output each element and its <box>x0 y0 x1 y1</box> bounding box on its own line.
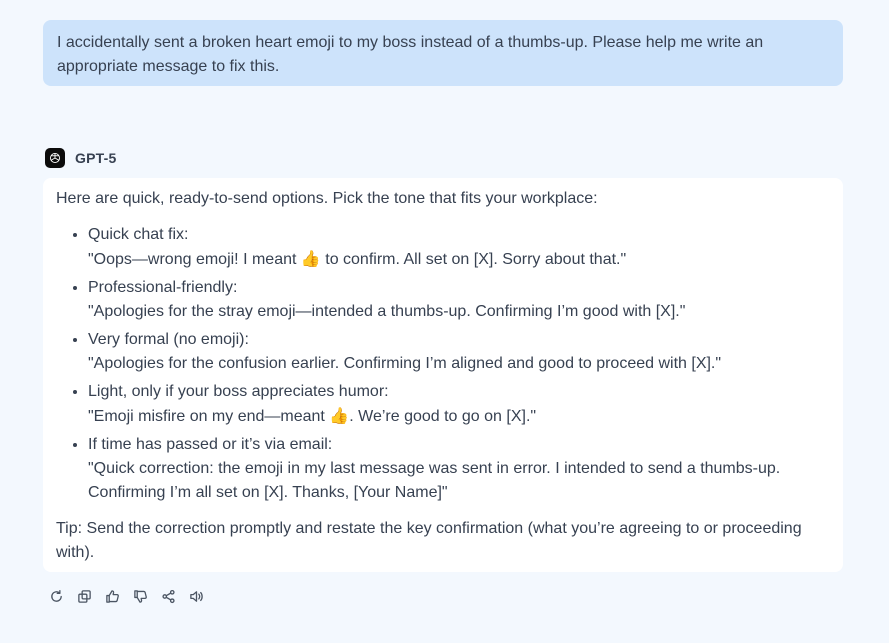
assistant-response: Here are quick, ready-to-send options. P… <box>43 178 843 572</box>
model-header: GPT-5 <box>45 148 116 168</box>
response-intro: Here are quick, ready-to-send options. P… <box>56 190 598 207</box>
option-label: If time has passed or it’s via email: <box>88 436 333 453</box>
copy-icon[interactable] <box>74 587 94 605</box>
list-item: Quick chat fix: "Oops—wrong emoji! I mea… <box>88 223 830 272</box>
options-list: Quick chat fix: "Oops—wrong emoji! I mea… <box>56 223 830 505</box>
option-label: Very formal (no emoji): <box>88 331 249 348</box>
response-tip: Tip: Send the correction promptly and re… <box>56 520 802 561</box>
user-message: I accidentally sent a broken heart emoji… <box>43 20 843 86</box>
user-message-text: I accidentally sent a broken heart emoji… <box>57 34 764 75</box>
thumbs-down-icon[interactable] <box>130 587 150 605</box>
openai-logo-icon <box>45 148 65 168</box>
option-label: Professional-friendly: <box>88 279 238 296</box>
option-text: "Oops—wrong emoji! I meant 👍 to confirm.… <box>88 249 627 268</box>
option-label: Quick chat fix: <box>88 226 189 243</box>
thumbs-up-emoji: 👍 <box>300 249 321 268</box>
option-text: "Emoji misfire on my end—meant 👍. We’re … <box>88 406 537 425</box>
thumbs-up-emoji: 👍 <box>329 406 350 425</box>
option-text: "Apologies for the confusion earlier. Co… <box>88 355 722 372</box>
list-item: Professional-friendly: "Apologies for th… <box>88 276 830 324</box>
option-text: "Apologies for the stray emoji—intended … <box>88 303 686 320</box>
option-text: "Quick correction: the emoji in my last … <box>88 460 781 501</box>
thumbs-up-icon[interactable] <box>102 587 122 605</box>
list-item: If time has passed or it’s via email: "Q… <box>88 433 830 505</box>
speaker-icon[interactable] <box>186 587 206 605</box>
share-icon[interactable] <box>158 587 178 605</box>
option-label: Light, only if your boss appreciates hum… <box>88 383 389 400</box>
model-name: GPT-5 <box>75 150 117 166</box>
response-actions <box>46 587 206 605</box>
regenerate-icon[interactable] <box>46 587 66 605</box>
list-item: Light, only if your boss appreciates hum… <box>88 380 830 429</box>
list-item: Very formal (no emoji): "Apologies for t… <box>88 328 830 376</box>
